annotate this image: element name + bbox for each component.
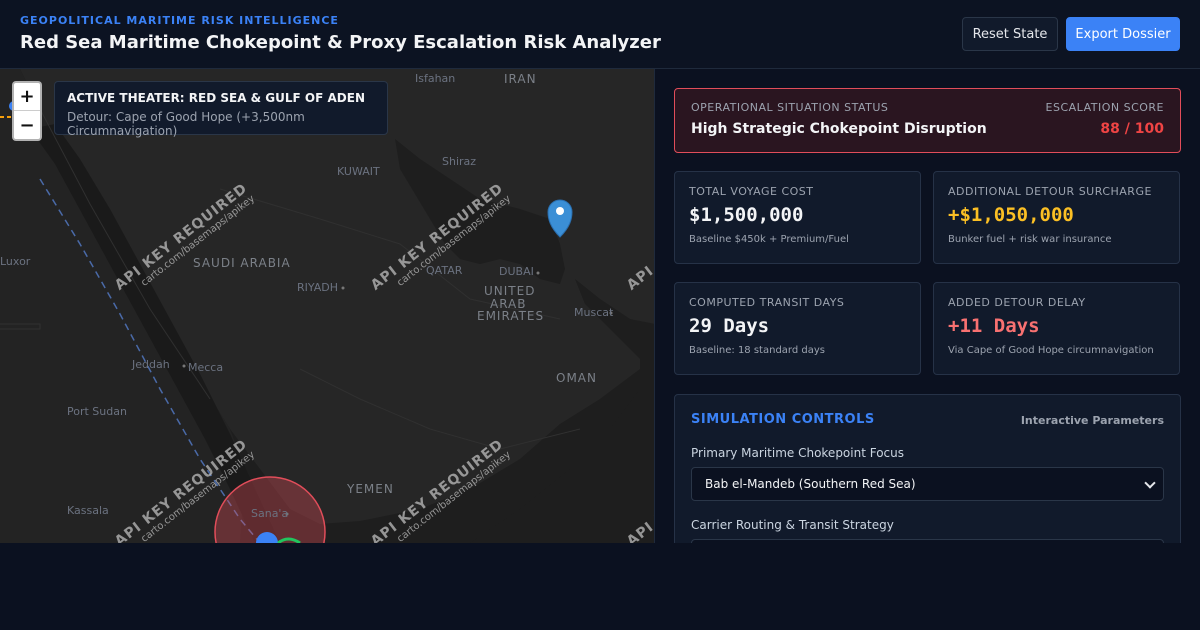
chokepoint-selected-value: Bab el-Mandeb (Southern Red Sea) xyxy=(705,477,916,491)
header-eyebrow: GEOPOLITICAL MARITIME RISK INTELLIGENCE xyxy=(20,14,339,27)
chokepoint-label: Primary Maritime Chokepoint Focus xyxy=(691,446,905,460)
map-label-jeddah: Jeddah xyxy=(132,358,170,371)
simulation-controls: SIMULATION CONTROLS Interactive Paramete… xyxy=(674,394,1181,543)
zoom-out-button[interactable]: − xyxy=(14,111,40,139)
map-label-mecca: Mecca xyxy=(188,361,224,374)
controls-title: SIMULATION CONTROLS xyxy=(691,412,875,427)
app-header: GEOPOLITICAL MARITIME RISK INTELLIGENCE … xyxy=(0,0,1200,69)
metric-value: $1,500,000 xyxy=(689,204,804,226)
metric-label: COMPUTED TRANSIT DAYS xyxy=(689,296,845,309)
metric-value: +$1,050,000 xyxy=(948,204,1074,226)
map-label-riyadh: RIYADH xyxy=(297,281,339,294)
map-label-kassala: Kassala xyxy=(67,504,109,517)
metric-label: ADDITIONAL DETOUR SURCHARGE xyxy=(948,185,1152,198)
routing-label: Carrier Routing & Transit Strategy xyxy=(691,518,894,532)
chokepoint-select[interactable]: Bab el-Mandeb (Southern Red Sea) xyxy=(691,467,1164,501)
controls-tag: Interactive Parameters xyxy=(1020,414,1164,427)
map-label-qatar: QATAR xyxy=(426,264,463,277)
status-label: OPERATIONAL SITUATION STATUS xyxy=(691,101,889,114)
map-basemap xyxy=(0,69,654,543)
map-label-oman: OMAN xyxy=(556,371,597,385)
map-label-kuwait: KUWAIT xyxy=(337,165,380,178)
transit-days-card: COMPUTED TRANSIT DAYS 29 Days Baseline: … xyxy=(674,282,921,375)
escalation-score-label: ESCALATION SCORE xyxy=(1045,101,1164,114)
routing-select[interactable] xyxy=(691,539,1164,543)
map-label-dubai: DUBAI xyxy=(499,265,534,278)
export-dossier-button[interactable]: Export Dossier xyxy=(1066,17,1180,51)
map-label-port-sudan: Port Sudan xyxy=(67,405,127,418)
map-label-iran: IRAN xyxy=(504,72,537,86)
detour-delay-card: ADDED DETOUR DELAY +11 Days Via Cape of … xyxy=(933,282,1180,375)
situation-status-card: OPERATIONAL SITUATION STATUS High Strate… xyxy=(674,88,1181,153)
map-label-muscat: Muscat xyxy=(574,306,614,319)
map-label-luxor: Luxor xyxy=(0,255,31,268)
metric-label: ADDED DETOUR DELAY xyxy=(948,296,1086,309)
metric-value: +11 Days xyxy=(948,315,1040,337)
map-label-uae-3: EMIRATES xyxy=(477,309,545,323)
analysis-panel: OPERATIONAL SITUATION STATUS High Strate… xyxy=(655,69,1200,543)
detour-surcharge-card: ADDITIONAL DETOUR SURCHARGE +$1,050,000 … xyxy=(933,171,1180,264)
map-label-uae-1: UNITED xyxy=(484,284,536,298)
escalation-score-value: 88 / 100 xyxy=(1100,121,1164,137)
reset-state-button[interactable]: Reset State xyxy=(962,17,1058,51)
zoom-control: + − xyxy=(12,81,42,141)
metric-note: Bunker fuel + risk war insurance xyxy=(948,234,1112,245)
zoom-in-button[interactable]: + xyxy=(14,83,40,111)
map-view[interactable]: IRAN Isfahan KUWAIT Shiraz SAUDI ARABIA … xyxy=(0,69,655,543)
map-label-yemen: YEMEN xyxy=(347,482,394,496)
map-label-sanaa: Sana'a xyxy=(251,507,289,520)
status-value: High Strategic Chokepoint Disruption xyxy=(691,121,987,137)
map-label-isfahan: Isfahan xyxy=(415,72,456,85)
map-label-shiraz: Shiraz xyxy=(442,155,477,168)
map-label-saudi-arabia: SAUDI ARABIA xyxy=(193,256,291,270)
active-theater-panel: ACTIVE THEATER: RED SEA & GULF OF ADEN D… xyxy=(54,81,388,138)
theater-detour: Detour: Cape of Good Hope (+3,500nm Circ… xyxy=(67,110,305,138)
chevron-down-icon xyxy=(1144,477,1156,489)
page-title: Red Sea Maritime Chokepoint & Proxy Esca… xyxy=(20,32,661,53)
metric-note: Baseline: 18 standard days xyxy=(689,345,825,356)
metric-value: 29 Days xyxy=(689,315,770,337)
metric-label: TOTAL VOYAGE COST xyxy=(689,185,814,198)
metric-note: Via Cape of Good Hope circumnavigation xyxy=(948,345,1154,356)
theater-title: ACTIVE THEATER: RED SEA & GULF OF ADEN xyxy=(67,91,365,105)
metric-note: Baseline $450k + Premium/Fuel xyxy=(689,234,849,245)
voyage-cost-card: TOTAL VOYAGE COST $1,500,000 Baseline $4… xyxy=(674,171,921,264)
